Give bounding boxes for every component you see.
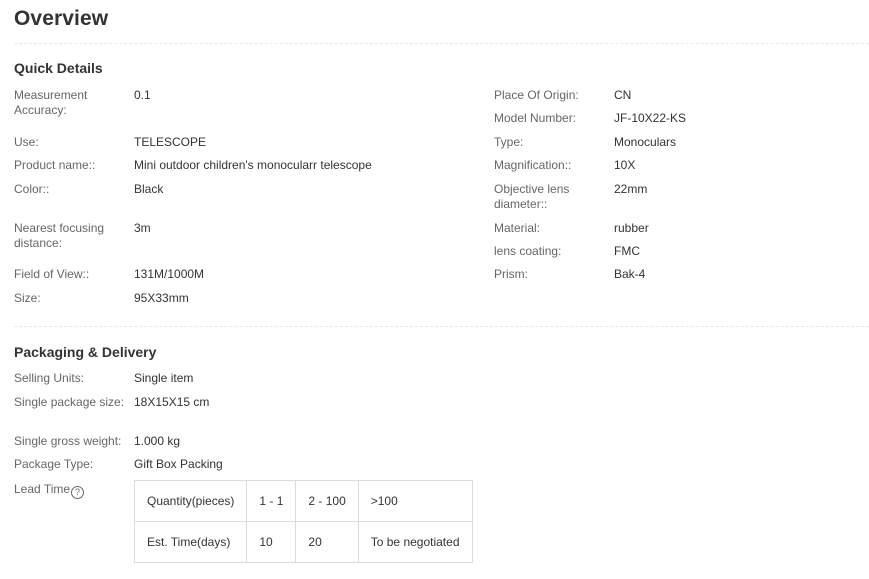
detail-label: Size: xyxy=(14,291,41,305)
detail-value: FMC xyxy=(614,244,640,258)
table-row: Quantity(pieces) 1 - 1 2 - 100 >100 xyxy=(133,480,473,522)
detail-label: Objective lens diameter:: xyxy=(494,182,570,211)
detail-label: Measurement Accuracy: xyxy=(14,88,88,117)
detail-value: Monoculars xyxy=(614,135,677,149)
detail-value: 22mm xyxy=(614,182,648,196)
detail-value: TELESCOPE xyxy=(134,135,207,149)
detail-label: Type: xyxy=(494,135,524,149)
detail-label: Model Number: xyxy=(494,111,577,125)
table-cell: 1 - 1 xyxy=(246,480,297,522)
detail-value: 95X33mm xyxy=(134,291,189,305)
packaging-value: 1.000 kg xyxy=(134,434,181,448)
detail-value: rubber xyxy=(614,221,649,235)
table-cell: 2 - 100 xyxy=(295,480,359,522)
table-cell: 20 xyxy=(295,521,359,563)
packaging-label: Single gross weight: xyxy=(14,434,122,448)
detail-value: 131M/1000M xyxy=(134,267,205,281)
table-row: Est. Time(days) 10 20 To be negotiated xyxy=(133,521,473,563)
detail-value: Bak-4 xyxy=(614,267,646,281)
detail-value: 0.1 xyxy=(134,88,151,102)
table-cell: >100 xyxy=(357,480,473,522)
table-cell: Quantity(pieces) xyxy=(133,480,248,522)
detail-value: Mini outdoor children's monocularr teles… xyxy=(134,158,372,172)
table-cell: 10 xyxy=(246,521,297,563)
detail-label: Magnification:: xyxy=(494,158,572,172)
section-divider xyxy=(14,326,869,327)
detail-value: CN xyxy=(614,88,632,102)
page-title: Overview xyxy=(14,7,109,30)
quick-details-heading: Quick Details xyxy=(14,60,103,76)
detail-value: Black xyxy=(134,182,164,196)
title-divider xyxy=(14,43,869,44)
detail-label: Nearest focusing distance: xyxy=(14,221,105,250)
packaging-label: Single package size: xyxy=(14,395,125,409)
detail-label: Color:: xyxy=(14,182,50,196)
detail-label: Prism: xyxy=(494,267,528,281)
detail-value: 10X xyxy=(614,158,636,172)
detail-label: Field of View:: xyxy=(14,267,90,281)
table-cell: To be negotiated xyxy=(357,521,473,563)
packaging-label: Selling Units: xyxy=(14,371,85,385)
detail-label: Product name:: xyxy=(14,158,96,172)
detail-value: JF-10X22-KS xyxy=(614,111,687,125)
question-circle-icon[interactable]: ? xyxy=(71,486,85,499)
table-cell: Est. Time(days) xyxy=(133,521,248,563)
detail-label: Use: xyxy=(14,135,39,149)
lead-time-text: Lead Time xyxy=(14,482,71,496)
detail-label: Material: xyxy=(494,221,541,235)
packaging-heading: Packaging & Delivery xyxy=(14,344,157,360)
detail-label: lens coating: xyxy=(494,244,562,258)
packaging-value: 18X15X15 cm xyxy=(134,395,210,409)
packaging-value: Gift Box Packing xyxy=(134,457,223,471)
lead-time-table: Quantity(pieces) 1 - 1 2 - 100 >100 Est.… xyxy=(133,480,473,563)
packaging-value: Single item xyxy=(134,371,194,385)
detail-value: 3m xyxy=(134,221,151,235)
packaging-label: Package Type: xyxy=(14,457,94,471)
lead-time-label: Lead Time? xyxy=(14,482,126,499)
detail-label: Place Of Origin: xyxy=(494,88,579,102)
